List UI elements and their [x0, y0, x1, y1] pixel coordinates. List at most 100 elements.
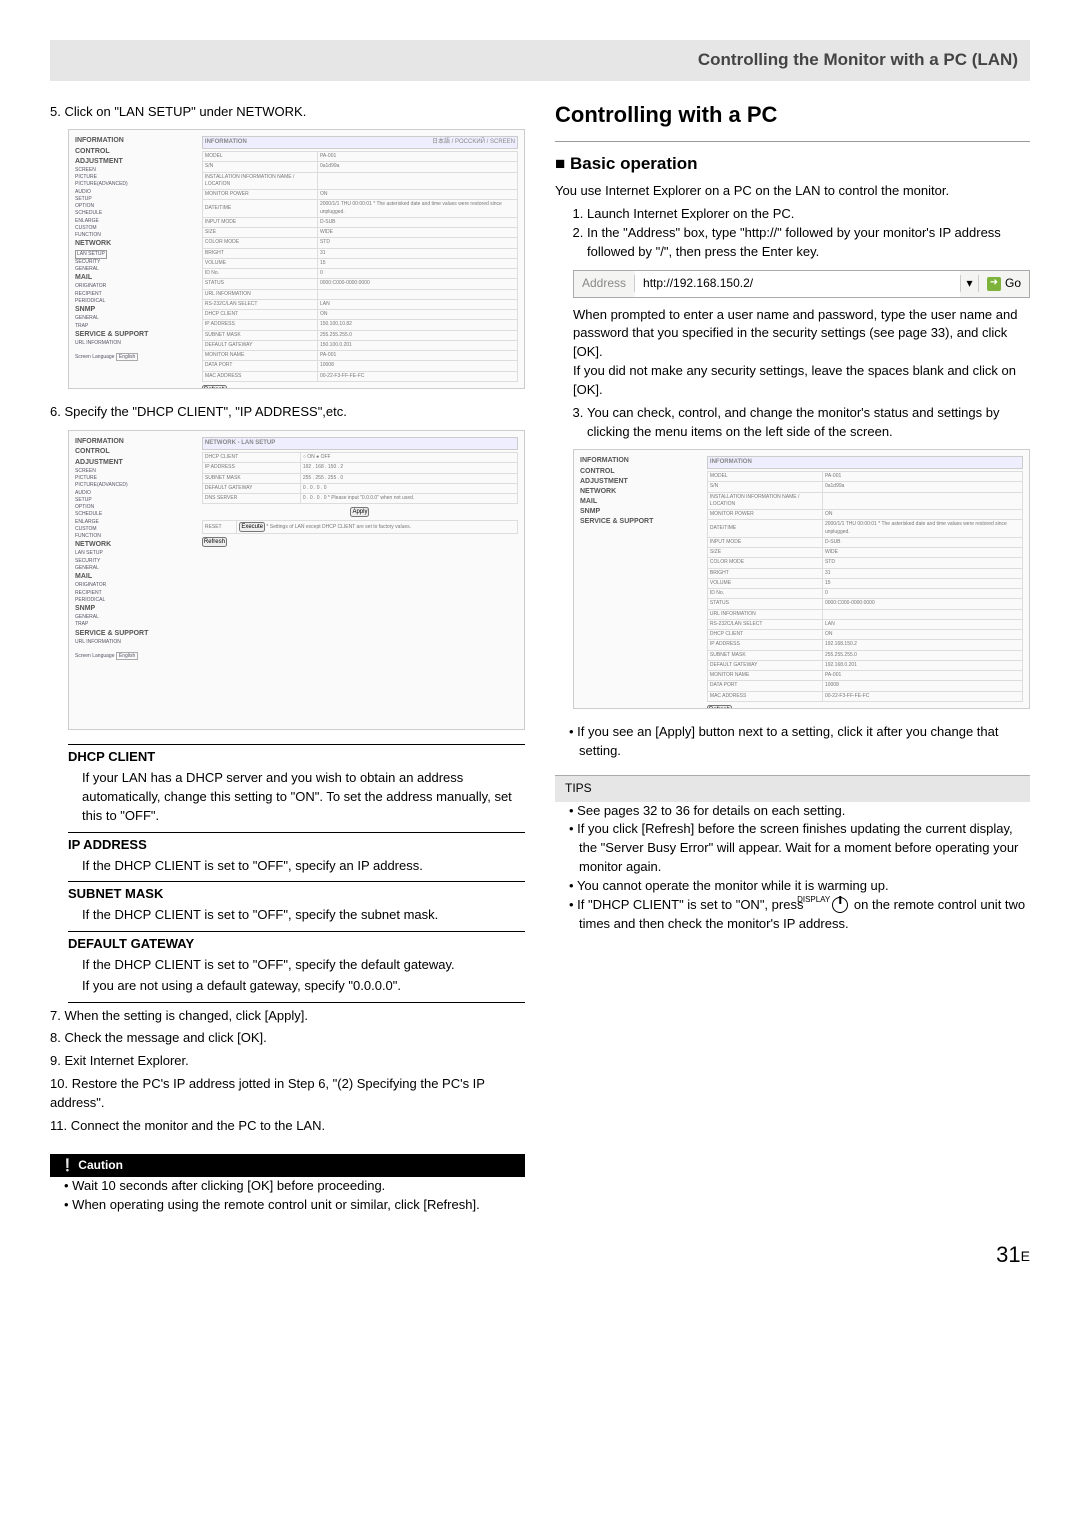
right-step-3: You can check, control, and change the m… — [587, 404, 1030, 442]
mini-nav-item: OPTION — [75, 203, 198, 210]
apply-note: If you see an [Apply] button next to a s… — [569, 723, 1030, 761]
subnet-mask-label: SUBNET MASK — [68, 881, 525, 904]
mini-nav-item: RECIPIENT — [75, 291, 198, 298]
mini-nav-mail: MAIL — [580, 497, 703, 507]
step-11: Connect the monitor and the PC to the LA… — [50, 1117, 525, 1136]
after-addr-1: When prompted to enter a user name and p… — [573, 306, 1030, 363]
mini-info-table: MODELPA-001S/N0a1d99aINSTALLATION INFORM… — [707, 471, 1023, 702]
dhcp-client-label: DHCP CLIENT — [68, 744, 525, 767]
mini-nav-item: ENLARGE — [75, 218, 198, 225]
step-8: Check the message and click [OK]. — [50, 1029, 525, 1048]
mini-nav-adjustment: ADJUSTMENT — [75, 157, 198, 167]
mini-nav-item: PERIODICAL — [75, 597, 198, 604]
mini-nav-network: NETWORK — [580, 487, 703, 497]
mini-lang-select[interactable]: English — [116, 353, 138, 361]
default-gateway-desc1: If the DHCP CLIENT is set to "OFF", spec… — [82, 956, 525, 975]
address-bar: Address http://192.168.150.2/ ▾ ➜ Go — [573, 270, 1030, 298]
tip-4a-text: If "DHCP CLIENT" is set to "ON", press — [577, 897, 807, 912]
page-number: 31E — [50, 1239, 1030, 1271]
mini-panel-badge: 日本語 / POCCKИЙ / SCREEN — [432, 138, 515, 147]
page-number-suffix: E — [1021, 1248, 1030, 1264]
basic-intro: You use Internet Explorer on a PC on the… — [555, 182, 1030, 201]
screenshot-right: INFORMATION CONTROL ADJUSTMENT NETWORK M… — [573, 449, 1030, 709]
step-9: Exit Internet Explorer. — [50, 1052, 525, 1071]
mini-nav-item: CUSTOM — [75, 526, 198, 533]
mini-nav-snmp: SNMP — [75, 305, 198, 315]
right-step-1: Launch Internet Explorer on the PC. — [587, 205, 1030, 224]
mini-nav-item: TRAP — [75, 323, 198, 330]
mini-nav-control: CONTROL — [580, 467, 703, 477]
mini-lang-select[interactable]: English — [116, 652, 138, 660]
mini-nav-control: CONTROL — [75, 147, 198, 157]
mini-info-table: MODELPA-001S/N0a1d99aINSTALLATION INFORM… — [202, 151, 518, 382]
mini-nav-item: SCHEDULE — [75, 511, 198, 518]
mini-nav-item: SETUP — [75, 497, 198, 504]
mini-refresh-button[interactable]: Refresh — [202, 385, 227, 390]
dhcp-client-desc: If your LAN has a DHCP server and you wi… — [82, 769, 525, 826]
mini-refresh-button[interactable]: Refresh — [202, 537, 227, 547]
mini-nav-item: GENERAL — [75, 315, 198, 322]
mini-nav-item: RECIPIENT — [75, 590, 198, 597]
mini-nav-item: SCHEDULE — [75, 210, 198, 217]
mini-nav-item: TRAP — [75, 621, 198, 628]
mini-nav-service: SERVICE & SUPPORT — [75, 629, 198, 639]
mini-nav-item: SECURITY — [75, 259, 198, 266]
ip-address-desc: If the DHCP CLIENT is set to "OFF", spec… — [82, 857, 525, 876]
mini-nav-service: SERVICE & SUPPORT — [75, 330, 198, 340]
go-label: Go — [1005, 275, 1021, 292]
mini-nav-item: GENERAL — [75, 266, 198, 273]
mini-nav-item: PICTURE(ADVANCED) — [75, 181, 198, 188]
mini-nav-snmp: SNMP — [580, 507, 703, 517]
mini-lang-label: Screen Language — [75, 653, 114, 659]
mini-nav-item: ORIGINATOR — [75, 283, 198, 290]
mini-refresh-button[interactable]: Refresh — [707, 705, 732, 710]
tips-heading: TIPS — [555, 775, 1030, 801]
mini-nav-item: FUNCTION — [75, 232, 198, 239]
mini-reset-button[interactable]: Execute — [239, 522, 265, 532]
mini-nav-network: NETWORK — [75, 540, 198, 550]
page-number-value: 31 — [996, 1242, 1020, 1267]
mini-nav-item: GENERAL — [75, 614, 198, 621]
tip-3: You cannot operate the monitor while it … — [569, 877, 1030, 896]
mini-nav-item: PICTURE — [75, 174, 198, 181]
mini-nav-item: SECURITY — [75, 558, 198, 565]
mini-nav-item: PERIODICAL — [75, 298, 198, 305]
mini-nav-information: INFORMATION — [75, 437, 198, 447]
right-step-2: In the "Address" box, type "http://" fol… — [587, 224, 1030, 262]
display-key-label: DISPLAY — [807, 896, 830, 904]
mini-nav-item: AUDIO — [75, 189, 198, 196]
mini-nav-network: NETWORK — [75, 239, 198, 249]
address-url-input[interactable]: http://192.168.150.2/ — [635, 271, 960, 297]
mini-panel-title: NETWORK - LAN SETUP — [205, 440, 275, 446]
mini-nav-control: CONTROL — [75, 447, 198, 457]
mini-reset-label: RESET — [202, 521, 236, 534]
tip-1: See pages 32 to 36 for details on each s… — [569, 802, 1030, 821]
caution-item-1: Wait 10 seconds after clicking [OK] befo… — [64, 1177, 525, 1196]
mini-panel-title: INFORMATION — [205, 138, 247, 147]
mini-nav-information: INFORMATION — [580, 456, 703, 466]
mini-panel-title: INFORMATION — [710, 459, 752, 465]
mini-nav-item: SCREEN — [75, 468, 198, 475]
mini-apply-button[interactable]: Apply — [350, 507, 369, 517]
mini-nav-lan-setup[interactable]: LAN SETUP — [75, 250, 107, 259]
go-button[interactable]: ➜ Go — [978, 275, 1029, 292]
screenshot-step5: INFORMATION CONTROL ADJUSTMENT SCREEN PI… — [68, 129, 525, 389]
display-button-icon — [832, 897, 848, 913]
screenshot-step6: INFORMATION CONTROL ADJUSTMENT SCREEN PI… — [68, 430, 525, 730]
controlling-title: Controlling with a PC — [555, 99, 1030, 131]
mini-nav-item: SCREEN — [75, 167, 198, 174]
mini-nav-item: ORIGINATOR — [75, 582, 198, 589]
default-gateway-desc2: If you are not using a default gateway, … — [82, 977, 525, 996]
mini-nav-service: SERVICE & SUPPORT — [580, 517, 703, 527]
after-addr-2: If you did not make any security setting… — [573, 362, 1030, 400]
mini-nav-item: AUDIO — [75, 490, 198, 497]
mini-nav-adjustment: ADJUSTMENT — [75, 458, 198, 468]
mini-reset-note: * Settings of LAN except DHCP CLIENT are… — [266, 524, 411, 530]
step-6: Specify the "DHCP CLIENT", "IP ADDRESS",… — [50, 403, 525, 422]
page-header: Controlling the Monitor with a PC (LAN) — [50, 40, 1030, 81]
mini-nav-item: GENERAL — [75, 565, 198, 572]
mini-nav-adjustment: ADJUSTMENT — [580, 477, 703, 487]
ip-address-label: IP ADDRESS — [68, 832, 525, 855]
basic-operation-heading: Basic operation — [555, 152, 1030, 177]
address-dropdown-icon[interactable]: ▾ — [960, 275, 978, 292]
